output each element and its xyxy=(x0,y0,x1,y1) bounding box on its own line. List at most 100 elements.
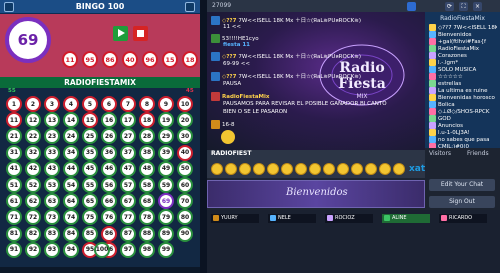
emoji-icon[interactable] xyxy=(211,163,223,175)
emoji-icon[interactable] xyxy=(225,163,237,175)
bingo-number-20: 20 xyxy=(177,112,193,129)
bingo-number-21: 21 xyxy=(6,128,22,145)
footer-user-slot[interactable]: ROCIOZ xyxy=(325,214,373,223)
recent-number: 86 xyxy=(102,51,118,68)
bingo-number-83: 83 xyxy=(44,225,60,242)
recent-number: 95 xyxy=(82,51,98,68)
bingo-number-47: 47 xyxy=(120,160,136,177)
chat-message: PAUSAMOS PARA REVISAR EL POSIBLE GANADOR… xyxy=(223,101,387,107)
sign-out-button[interactable]: Sign Out xyxy=(429,196,495,208)
recent-numbers: 11 95 86 40 96 15 18 xyxy=(62,51,198,68)
user-avatar-icon xyxy=(429,59,436,66)
emoji-icon[interactable] xyxy=(309,163,321,175)
bingo-number-3: 3 xyxy=(44,96,60,112)
emoji-icon[interactable] xyxy=(281,163,293,175)
bingo-number-99: 99 xyxy=(158,241,174,258)
slot-name: YUURY xyxy=(221,215,238,221)
bingo-number-62: 62 xyxy=(25,193,41,210)
bingo-number-63: 63 xyxy=(44,193,60,210)
stop-button[interactable] xyxy=(133,26,148,41)
tab-visitors[interactable]: Visitors xyxy=(429,150,451,157)
emoji-icon[interactable] xyxy=(379,163,391,175)
bingo-number-34: 34 xyxy=(63,144,79,161)
bingo-number-39: 39 xyxy=(158,144,174,161)
chat-message: ◇??7 7W<<ISELL 18K Mx ＋日☆(ЯaL≋PUяROCK≋) xyxy=(211,72,361,81)
bingo-number-72: 72 xyxy=(25,209,41,226)
bingo-number-8: 8 xyxy=(139,96,155,112)
footer-user-slot[interactable]: NELE xyxy=(268,214,316,223)
play-button[interactable] xyxy=(113,26,128,41)
user-avatar-icon xyxy=(429,24,436,31)
chat-panel: 27099 ⟳ ⛶ × Radio Fiesta MIX ◇??7 7W<<IS… xyxy=(207,0,500,273)
bingo-number-36: 36 xyxy=(101,144,117,161)
emoji-icon[interactable] xyxy=(239,163,251,175)
bingo-number-15: 15 xyxy=(82,112,98,129)
emoji-icon[interactable] xyxy=(323,163,335,175)
pin-icon[interactable] xyxy=(407,2,416,11)
emoji-icon[interactable] xyxy=(351,163,363,175)
bingo-number-32: 32 xyxy=(25,144,41,161)
chat-messages: Radio Fiesta MIX ◇??7 7W<<ISELL 18K Mx ＋… xyxy=(207,12,425,150)
bingo-number-48: 48 xyxy=(139,160,155,177)
bingo-number-1: 1 xyxy=(6,96,22,112)
user-avatar-icon xyxy=(429,101,436,108)
emoji-icon[interactable] xyxy=(337,163,349,175)
bingo-number-59: 59 xyxy=(158,177,174,193)
footer-user-slot[interactable]: RICARDO xyxy=(439,214,487,223)
slot-icon xyxy=(327,214,333,221)
slot-icon xyxy=(270,214,276,221)
bingo-number-54: 54 xyxy=(63,177,79,193)
emoji-icon[interactable] xyxy=(295,163,307,175)
bingo-number-12: 12 xyxy=(25,112,41,129)
fullscreen-icon[interactable]: ⛶ xyxy=(459,2,468,11)
emoji-icon[interactable] xyxy=(393,163,405,175)
recent-number: 15 xyxy=(162,51,178,68)
emoji-icon[interactable] xyxy=(253,163,265,175)
footer-user-slot[interactable]: YUURY xyxy=(211,214,259,223)
user-avatar-icon xyxy=(429,87,436,94)
edit-chat-button[interactable]: Edit Your Chat xyxy=(429,179,495,191)
range-high: 45 xyxy=(186,88,194,94)
bingo-number-84: 84 xyxy=(63,225,79,242)
chat-input[interactable]: Bienvenidos xyxy=(207,180,425,208)
xat-logo: xat xyxy=(409,164,426,174)
slot-icon xyxy=(213,214,219,221)
avatar xyxy=(211,72,220,81)
slot-icon xyxy=(441,214,447,221)
bingo-number-52: 52 xyxy=(25,177,41,193)
bingo-number-77: 77 xyxy=(120,209,136,226)
settings-icon[interactable] xyxy=(185,2,195,12)
bingo-number-90: 90 xyxy=(177,225,193,242)
bingo-number-14: 14 xyxy=(63,112,79,129)
bingo-number-76: 76 xyxy=(101,209,117,226)
bingo-number-93: 93 xyxy=(44,241,60,258)
emoji-icon[interactable] xyxy=(365,163,377,175)
bingo-number-94: 94 xyxy=(63,241,79,258)
emoji-icon[interactable] xyxy=(267,163,279,175)
bingo-number-55: 55 xyxy=(82,177,98,193)
chat-header: 27099 ⟳ ⛶ × xyxy=(207,0,500,12)
bingo-title: BINGO 100 xyxy=(75,2,125,11)
slot-name: ROCIOZ xyxy=(335,215,355,221)
bingo-number-4: 4 xyxy=(63,96,79,112)
bingo-number-79: 79 xyxy=(158,209,174,226)
bingo-number-71: 71 xyxy=(6,209,22,226)
close-icon[interactable]: × xyxy=(473,2,482,11)
bingo-number-6: 6 xyxy=(101,96,117,112)
recent-number: 40 xyxy=(122,51,138,68)
bingo-number-30: 30 xyxy=(177,128,193,145)
tab-friends[interactable]: Friends xyxy=(467,150,489,157)
bingo-number-68: 68 xyxy=(139,193,155,210)
bingo-number-56: 56 xyxy=(101,177,117,193)
bingo-number-91: 91 xyxy=(6,241,22,258)
bingo-number-57: 57 xyxy=(120,177,136,193)
user-avatar-icon xyxy=(429,108,436,115)
bingo-number-74: 74 xyxy=(63,209,79,226)
chat-message: ◇??7 7W<<ISELL 18K Mx ＋日☆(ЯaL≋PUяROCK≋) xyxy=(211,52,361,61)
footer-user-slot[interactable]: ALINE xyxy=(382,214,430,223)
bingo-number-46: 46 xyxy=(101,160,117,177)
slot-name: NELE xyxy=(278,215,291,221)
bingo-number-98: 98 xyxy=(139,241,155,258)
chat-message: 11 << xyxy=(223,24,241,30)
refresh-icon[interactable]: ⟳ xyxy=(445,2,454,11)
